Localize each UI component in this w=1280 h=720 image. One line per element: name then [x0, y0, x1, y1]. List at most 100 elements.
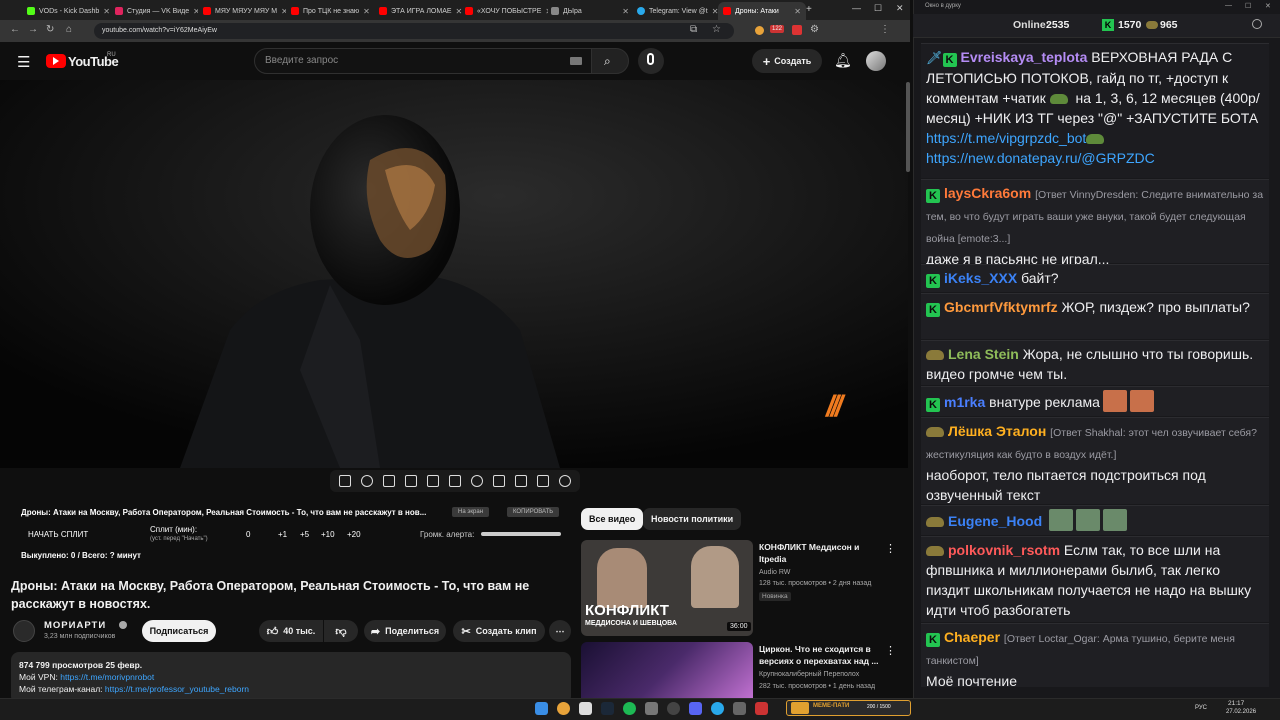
minimize-icon[interactable]: — — [852, 3, 861, 13]
chat-nick[interactable]: Eugene_Hood — [948, 513, 1042, 529]
start-split-button[interactable]: НАЧАТЬ СПЛИТ — [28, 530, 88, 539]
rec-title[interactable]: Циркон. Что не сходится в версиях о пере… — [759, 644, 879, 667]
chat-nick[interactable]: polkovnik_rsotm — [948, 542, 1060, 558]
video-player[interactable]: /// — [0, 80, 908, 468]
app-icon[interactable] — [733, 702, 746, 715]
discord-icon[interactable] — [689, 702, 702, 715]
theater-icon[interactable] — [449, 475, 461, 487]
input-language[interactable]: РУС — [1195, 705, 1207, 711]
rec-title[interactable]: КОНФЛИКТ Меддисон и Itpedia — [759, 542, 879, 565]
menu-dots-icon[interactable]: ⋮ — [880, 24, 890, 35]
home-icon[interactable]: ⌂ — [66, 24, 72, 35]
windows-start-icon[interactable] — [535, 702, 548, 715]
channel-name[interactable]: МОРИАРТИ — [44, 620, 106, 631]
browser-tab[interactable]: МЯУ МЯУУ МЯУ М ✕ — [198, 2, 286, 20]
extension-screen-button[interactable]: На экран — [452, 507, 490, 517]
clip-button[interactable]: ✂ Создать клип — [453, 620, 545, 642]
browser-tab[interactable]: Telegram: View @t ✕ — [632, 2, 720, 20]
settings-icon[interactable] — [559, 475, 571, 487]
dislike-button[interactable]: 👎︎ — [324, 620, 358, 642]
url-field[interactable]: youtube.com/watch?v=iY62MeAiyEw — [94, 23, 734, 39]
chat-nick[interactable]: Лёшка Эталон — [948, 423, 1046, 439]
increment-button[interactable]: +10 — [321, 530, 335, 539]
browser-tab[interactable]: Про ТЦК не знаю ✕ — [286, 2, 374, 20]
channel-avatar[interactable] — [13, 620, 35, 642]
browser-tab[interactable]: «ХОЧУ ПОБЫСТРЕ✕ — [460, 2, 548, 20]
increment-button[interactable]: +20 — [347, 530, 361, 539]
speed-icon[interactable] — [471, 475, 483, 487]
subscribe-button[interactable]: Подписаться — [142, 620, 216, 642]
close-icon[interactable]: ✕ — [622, 7, 629, 16]
rec-menu-icon[interactable]: ⋮ — [885, 542, 896, 555]
alert-volume-slider[interactable] — [481, 532, 561, 536]
telegram-link[interactable]: https://t.me/professor_youtube_reborn — [105, 684, 249, 694]
clock-time[interactable]: 21:17 — [1228, 700, 1244, 707]
audio-icon[interactable] — [361, 475, 373, 487]
browser-tab[interactable]: Студия — VK Виде ✕ — [110, 2, 198, 20]
telegram-icon[interactable] — [711, 702, 724, 715]
miniplayer-icon[interactable] — [427, 475, 439, 487]
chip-politics-news[interactable]: Новости политики — [643, 508, 742, 530]
flask-icon[interactable] — [537, 475, 549, 487]
extension-badge[interactable]: 122 — [770, 25, 785, 33]
back-icon[interactable]: ← — [10, 24, 20, 35]
forward-icon[interactable]: → — [28, 24, 38, 35]
search-button[interactable]: ⌕ — [591, 48, 629, 74]
extension-copy-button[interactable]: КОПИРОВАТЬ — [507, 507, 560, 517]
reload-icon[interactable]: ↻ — [46, 24, 54, 35]
extension-icon[interactable] — [755, 26, 764, 35]
screenshot-icon[interactable] — [515, 475, 527, 487]
rec-thumbnail[interactable] — [581, 642, 753, 698]
obs-icon[interactable] — [667, 702, 680, 715]
loop-icon[interactable] — [339, 475, 351, 487]
chat-link[interactable]: https://t.me/vipgrpzdc_bot — [926, 130, 1086, 146]
keyboard-icon[interactable] — [570, 57, 582, 65]
voice-search-button[interactable] — [638, 48, 664, 74]
chat-link[interactable]: https://new.donatepay.ru/@GRPZDC — [926, 150, 1155, 166]
description-box[interactable]: 874 799 просмотров 25 февр. Мой VPN: htt… — [11, 652, 571, 704]
page-scrollbar[interactable] — [906, 82, 910, 172]
browser-tab[interactable]: ДЫра ✕ — [546, 2, 634, 20]
chat-nick[interactable]: GbcmrfVfktymrfz — [944, 299, 1058, 315]
explorer-icon[interactable] — [579, 702, 592, 715]
close-icon[interactable]: ✕ — [103, 7, 110, 16]
close-window-icon[interactable]: ✕ — [896, 3, 904, 14]
bell-icon[interactable]: 🔔︎ — [834, 52, 852, 69]
settings-icon[interactable] — [1252, 19, 1262, 29]
like-button[interactable]: 👍︎ 40 тыс. — [259, 620, 323, 642]
install-icon[interactable]: ⧉ — [690, 24, 697, 35]
browser-tab-active[interactable]: Дроны: Атаки ✕ — [718, 2, 806, 20]
hamburger-icon[interactable]: ☰ — [17, 53, 30, 71]
app-icon[interactable] — [755, 702, 768, 715]
share-button[interactable]: ➦ Поделиться — [364, 620, 446, 642]
youtube-logo-icon[interactable] — [46, 54, 66, 68]
extension-icon[interactable] — [792, 25, 802, 35]
record-icon[interactable] — [383, 475, 395, 487]
more-actions-button[interactable]: ⋯ — [549, 620, 571, 642]
rec-channel[interactable]: Крупнокалиберный Переполох — [759, 669, 859, 680]
increment-button[interactable]: +1 — [278, 530, 287, 539]
rec-thumbnail[interactable]: КОНФЛИКТ МЕДДИСОНА И ШЕВЦОВА 36:00 — [581, 540, 753, 636]
chat-nick[interactable]: laysCkra6om — [944, 185, 1031, 201]
app-icon[interactable] — [645, 702, 658, 715]
browser-tab[interactable]: VODs - Kick Dashb ✕ — [22, 2, 110, 20]
rec-menu-icon[interactable]: ⋮ — [885, 644, 896, 657]
maximize-icon[interactable]: ☐ — [1245, 2, 1251, 10]
close-icon[interactable]: ✕ — [363, 7, 370, 16]
browser-tab[interactable]: ЭТА ИГРА ЛОМАЕ ✕ — [374, 2, 462, 20]
steam-icon[interactable] — [601, 702, 614, 715]
chat-nick[interactable]: iKeks_XXX — [944, 270, 1017, 286]
increment-button[interactable]: +5 — [300, 530, 309, 539]
close-icon[interactable]: ✕ — [1265, 2, 1271, 10]
puzzle-icon[interactable]: ⚙ — [810, 24, 819, 35]
chrome-icon[interactable] — [557, 702, 570, 715]
vpn-link[interactable]: https://t.me/morivpnrobot — [60, 672, 154, 682]
star-icon[interactable]: ☆ — [712, 24, 721, 35]
chat-nick[interactable]: m1rka — [944, 394, 985, 410]
close-icon[interactable]: ✕ — [794, 7, 801, 16]
chip-all-videos[interactable]: Все видео — [581, 508, 644, 530]
maximize-icon[interactable]: ☐ — [874, 3, 882, 14]
account-avatar[interactable] — [866, 51, 886, 71]
film-icon[interactable] — [405, 475, 417, 487]
clock-date[interactable]: 27.02.2026 — [1226, 709, 1256, 715]
